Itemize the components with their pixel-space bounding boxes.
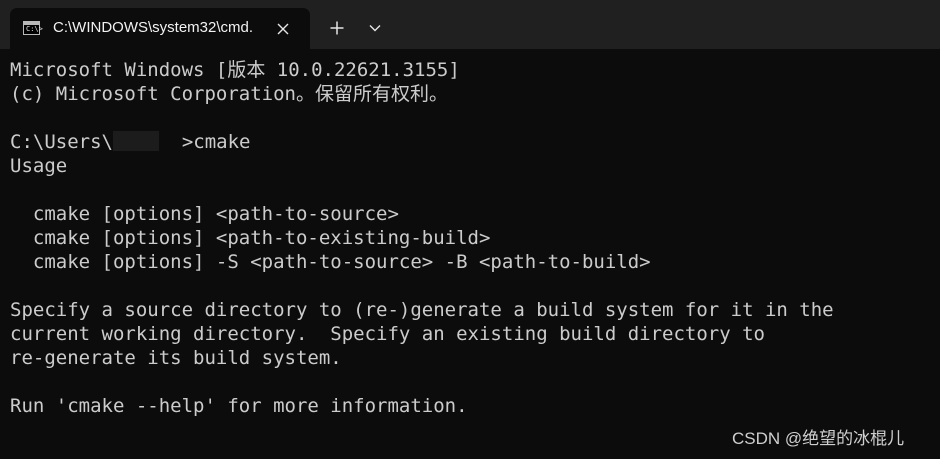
new-tab-button[interactable] — [324, 14, 350, 42]
tab-title: C:\WINDOWS\system32\cmd. — [53, 19, 254, 36]
tab-dropdown-button[interactable] — [362, 14, 388, 42]
close-icon — [277, 23, 289, 35]
prompt-command: >cmake — [158, 131, 251, 153]
prompt-path: C:\Users\ — [10, 131, 113, 153]
header-line-copyright: (c) Microsoft Corporation。保留所有权利。 — [10, 83, 448, 105]
redacted-username — [112, 131, 159, 151]
description-line: Specify a source directory to (re-)gener… — [10, 299, 834, 321]
plus-icon — [330, 21, 344, 35]
description-line: re-generate its build system. — [10, 347, 342, 369]
command-prompt-line: C:\Users\ >cmake — [10, 130, 250, 154]
header-line-version: Microsoft Windows [版本 10.0.22621.3155] — [10, 59, 460, 81]
help-hint-line: Run 'cmake --help' for more information. — [10, 395, 468, 417]
terminal-output[interactable]: Microsoft Windows [版本 10.0.22621.3155] (… — [0, 49, 940, 459]
chevron-down-icon — [369, 25, 381, 32]
usage-line: cmake [options] <path-to-existing-build> — [10, 227, 491, 249]
usage-heading: Usage — [10, 155, 68, 177]
usage-line: cmake [options] -S <path-to-source> -B <… — [10, 251, 651, 273]
usage-line: cmake [options] <path-to-source> — [10, 203, 399, 225]
close-tab-button[interactable] — [272, 18, 294, 40]
tab-cmd[interactable]: C:\> C:\WINDOWS\system32\cmd. — [10, 8, 310, 49]
terminal-icon: C:\> — [23, 21, 43, 35]
description-line: current working directory. Specify an ex… — [10, 323, 765, 345]
title-bar: C:\> C:\WINDOWS\system32\cmd. — [0, 0, 940, 49]
watermark: CSDN @绝望的冰棍儿 — [732, 429, 905, 448]
